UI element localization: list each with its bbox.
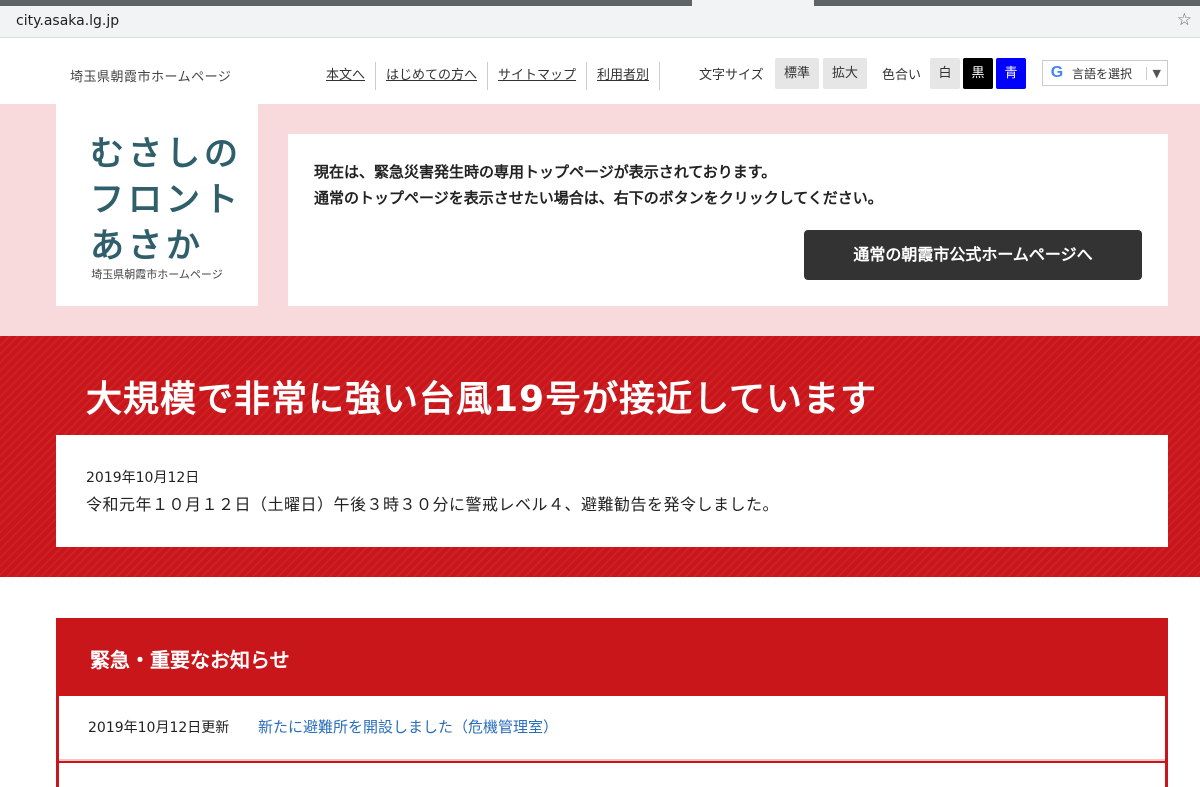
url-text[interactable]: city.asaka.lg.jp xyxy=(16,13,119,29)
important-notices-title: 緊急・重要なお知らせ xyxy=(90,648,290,672)
alert-message-box: 2019年10月12日 令和元年１０月１２日（土曜日）午後３時３０分に警戒レベル… xyxy=(56,435,1168,547)
language-select-label: 言語を選択 xyxy=(1072,66,1133,81)
logo-line-2: フロント xyxy=(90,180,242,220)
typhoon-alert-band: 大規模で非常に強い台風19号が接近しています 2019年10月12日 令和元年１… xyxy=(0,336,1200,577)
nav-link-sitemap[interactable]: サイトマップ xyxy=(488,60,586,92)
site-logo[interactable]: むさしの フロント あさか 埼玉県朝霞市ホームページ xyxy=(56,104,258,306)
language-select[interactable]: G 言語を選択 ▼ xyxy=(1042,60,1168,86)
alert-title: 大規模で非常に強い台風19号が接近しています xyxy=(86,379,878,420)
notice-text-line-2: 通常のトップページを表示させたい場合は、右下のボタンをクリックしてください。 xyxy=(314,189,883,207)
nav-link-first-time[interactable]: はじめての方へ xyxy=(376,60,487,92)
logo-line-3: あさか xyxy=(90,226,204,266)
alert-date: 2019年10月12日 xyxy=(86,470,200,486)
notice-link-new-shelter[interactable]: 新たに避難所を開設しました（危機管理室） xyxy=(258,716,558,737)
normal-homepage-button[interactable]: 通常の朝霞市公式ホームページへ xyxy=(804,230,1142,280)
google-icon: G xyxy=(1050,64,1064,81)
nav-divider xyxy=(659,62,661,90)
emergency-page-notice: 現在は、緊急災害発生時の専用トップページが表示されております。 通常のトップペー… xyxy=(288,134,1168,306)
color-scheme-label: 色合い xyxy=(882,68,922,83)
alert-message: 令和元年１０月１２日（土曜日）午後３時３０分に警戒レベル４、避難勧告を発令しまし… xyxy=(86,495,780,514)
list-item xyxy=(59,763,1165,787)
site-header: 埼玉県朝霞市ホームページ 本文へ はじめての方へ サイトマップ 利用者別 文字サ… xyxy=(0,38,1200,104)
important-notices-panel: 緊急・重要なお知らせ 2019年10月12日更新 新たに避難所を開設しました（危… xyxy=(56,618,1168,787)
font-size-standard-button[interactable]: 標準 xyxy=(775,58,819,89)
chevron-down-icon: ▼ xyxy=(1145,66,1161,80)
header-nav: 本文へ はじめての方へ サイトマップ 利用者別 xyxy=(316,60,661,92)
color-black-button[interactable]: 黒 xyxy=(963,58,993,89)
logo-subtitle: 埼玉県朝霞市ホームページ xyxy=(91,268,223,281)
bookmark-star-icon[interactable]: ☆ xyxy=(1177,10,1192,30)
address-bar[interactable]: city.asaka.lg.jp ☆ xyxy=(0,6,1200,38)
notice-text-line-1: 現在は、緊急災害発生時の専用トップページが表示されております。 xyxy=(314,163,777,181)
color-blue-button[interactable]: 青 xyxy=(996,58,1026,89)
site-name: 埼玉県朝霞市ホームページ xyxy=(70,70,232,85)
list-item: 2019年10月12日更新 新たに避難所を開設しました（危機管理室） xyxy=(59,696,1165,761)
font-size-large-button[interactable]: 拡大 xyxy=(823,58,867,89)
notice-updated-date: 2019年10月12日更新 xyxy=(88,720,230,736)
nav-link-by-user[interactable]: 利用者別 xyxy=(587,60,659,92)
color-white-button[interactable]: 白 xyxy=(930,58,960,89)
nav-link-main-content[interactable]: 本文へ xyxy=(316,60,375,92)
logo-line-1: むさしの xyxy=(90,134,242,174)
font-size-label: 文字サイズ xyxy=(699,68,764,83)
